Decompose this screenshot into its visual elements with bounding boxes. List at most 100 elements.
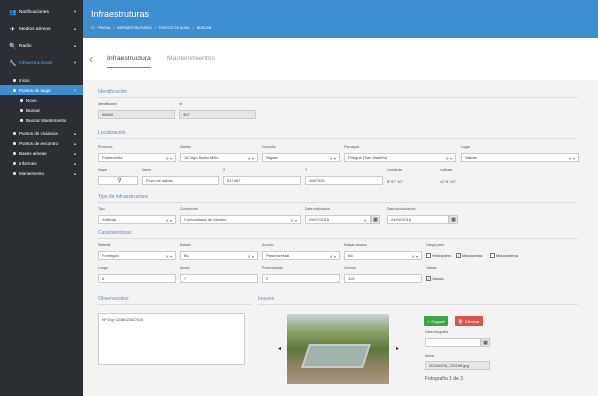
- material-select[interactable]: Formigón ✕ ▾: [98, 251, 176, 260]
- volume-field[interactable]: 115: [344, 274, 422, 283]
- wrench-icon: 🔧: [9, 61, 17, 67]
- checkbox-checked[interactable]: ✓: [456, 253, 461, 258]
- breadcrumb-item[interactable]: FRIEDA: [98, 26, 111, 30]
- calendar-icon[interactable]: ▦: [449, 215, 458, 224]
- next-image-icon[interactable]: ▸: [396, 345, 399, 352]
- chevron-up-icon: ▲: [73, 131, 77, 136]
- ancho-field[interactable]: 7: [180, 274, 258, 283]
- label-constructor: Constructor: [180, 207, 199, 211]
- checkbox-box[interactable]: [490, 253, 495, 258]
- lugar-select[interactable]: Nabás ✕ ▾: [461, 153, 579, 162]
- label-lonxitude: Lonxitude: [387, 168, 403, 172]
- chevron-up-icon: ▲: [73, 26, 77, 31]
- distrito-select[interactable]: 18 Vigo-Baixo Miño ✕ ▾: [180, 153, 258, 162]
- divider: [98, 304, 252, 305]
- clear-chevron-icon[interactable]: ✕ ▾: [412, 254, 418, 259]
- motocisterna-checkbox[interactable]: Motocisterna: [490, 253, 518, 258]
- label-longo: Longo: [98, 266, 108, 270]
- y-field[interactable]: 4667539: [305, 176, 383, 185]
- chevron-down-icon: ▼: [73, 88, 77, 93]
- motobomba-checkbox[interactable]: ✓ Motobomba: [456, 253, 482, 258]
- bullet-icon: [20, 98, 23, 102]
- sidebar-sub-encontro[interactable]: Puntos de encontro ▲: [0, 138, 83, 148]
- checkbox-checked[interactable]: ✓: [426, 276, 431, 281]
- photo-counter: Fotografía 1 de 3: [425, 376, 464, 382]
- longo-field[interactable]: 6: [98, 274, 176, 283]
- clear-chevron-icon[interactable]: ✕ ▾: [569, 156, 575, 161]
- concello-select[interactable]: Nigrán ✕ ▾: [262, 153, 340, 162]
- sidebar-sub-buscar[interactable]: Buscar: [0, 105, 83, 115]
- calendar-icon[interactable]: ▦: [371, 215, 380, 224]
- clear-chevron-icon[interactable]: ✕ ▾: [166, 156, 172, 161]
- estado-acceso-select[interactable]: Bo ✕ ▾: [344, 251, 422, 260]
- content-area: ‹ Infraestructura Mantenimientos Identif…: [83, 38, 598, 396]
- nome-field[interactable]: Pozo de nabás: [142, 176, 219, 185]
- helicoptero-checkbox[interactable]: Helicóptero: [426, 253, 451, 258]
- sidebar-sub-informes[interactable]: Informes ▲: [0, 158, 83, 168]
- map-marker-button[interactable]: ⚲: [98, 176, 138, 185]
- sidebar-sub-novo[interactable]: Novo: [0, 95, 83, 105]
- label-ancho: Ancho: [180, 266, 190, 270]
- valado-checkbox[interactable]: ✓ Valado: [426, 276, 444, 281]
- sidebar-sub-mantemento[interactable]: Mantemento ▲: [0, 168, 83, 178]
- clear-chevron-icon[interactable]: ✕ ▾: [330, 156, 336, 161]
- estado-select[interactable]: Bo ✕ ▾: [180, 251, 258, 260]
- provincia-select[interactable]: Pontevedra ✕ ▾: [98, 153, 176, 162]
- constructor-select[interactable]: Comunidade de Montes ✕ ▾: [180, 215, 301, 224]
- clear-icon[interactable]: ✕: [364, 218, 367, 223]
- sidebar-item-medios[interactable]: ✈ Medios aéreos ▲: [0, 21, 83, 38]
- chevron-up-icon: ▲: [73, 161, 77, 166]
- data-realizacion-field[interactable]: 25/07/2015 ✕: [305, 215, 371, 224]
- label-nome: Nome: [142, 168, 152, 172]
- label-provincia: Provincia: [98, 145, 113, 149]
- clear-chevron-icon[interactable]: ✕ ▾: [330, 254, 336, 259]
- tab-mantenimientos[interactable]: Mantenimientos: [167, 55, 215, 62]
- engadir-button[interactable]: + Engadir: [424, 316, 449, 326]
- search-icon: 🔍: [9, 44, 17, 50]
- sidebar-item-radio[interactable]: 🔍 Radio ▲: [0, 38, 83, 55]
- tab-infraestructura[interactable]: Infraestructura: [107, 55, 151, 68]
- label-profundidade: Profundidade: [262, 266, 283, 270]
- sidebar-sub-inicio[interactable]: Inicio: [0, 75, 83, 85]
- clear-chevron-icon[interactable]: ✕ ▾: [291, 218, 297, 223]
- acceso-select[interactable]: Pista forestal ✕ ▾: [262, 251, 340, 260]
- divider: [98, 238, 578, 239]
- label-nome-foto: Nome: [425, 354, 435, 358]
- sidebar-sub-buscar-mantemento[interactable]: Buscar Mantemento: [0, 115, 83, 125]
- parroquia-select[interactable]: Priegue (San Martiño) ✕ ▾: [344, 153, 456, 162]
- eliminar-button[interactable]: 🗑 Eliminar: [455, 316, 483, 326]
- breadcrumb-item[interactable]: PUNTOS DE AUGA: [159, 26, 190, 30]
- checkbox-box[interactable]: [426, 253, 431, 258]
- sidebar-sub-vixiancia[interactable]: Puntos de vixiancia ▲: [0, 128, 83, 138]
- sidebar-sub-puntos-auga[interactable]: Puntos de auga ▼: [0, 85, 83, 95]
- breadcrumb-item[interactable]: INFRAESTRUTURAS: [117, 26, 151, 30]
- data-actualizacion-field[interactable]: 24/02/2016: [387, 215, 449, 224]
- clear-chevron-icon[interactable]: ✕ ▾: [248, 254, 254, 259]
- sidebar-item-notificaciones[interactable]: 👥 Notificaciones ▼: [0, 4, 83, 21]
- sidebar-item-infraestructuras[interactable]: 🔧 Infraestructuras ▼: [0, 55, 83, 72]
- prev-image-icon[interactable]: ◂: [278, 345, 281, 352]
- clear-chevron-icon[interactable]: ✕ ▾: [248, 156, 254, 161]
- calendar-icon[interactable]: ▦: [481, 338, 490, 347]
- label-data-fotografia: Data fotografía: [425, 330, 449, 334]
- breadcrumb: ⌂ FRIEDA / INFRAESTRUTURAS / PUNTOS DE AUG…: [91, 25, 212, 31]
- section-identificacion: Identificación: [98, 89, 128, 95]
- data-fotografia-field[interactable]: [425, 338, 481, 347]
- observacions-textarea[interactable]: Nº Exp 02360234/2015: [98, 313, 245, 365]
- label-identificador: Identificador: [98, 102, 118, 106]
- back-arrow-icon[interactable]: ‹: [89, 52, 93, 66]
- clear-chevron-icon[interactable]: ✕ ▾: [166, 218, 172, 223]
- profundidade-field[interactable]: 2: [262, 274, 340, 283]
- sidebar-sub-bases[interactable]: Bases aéreas ▲: [0, 148, 83, 158]
- pool-shape: [301, 344, 371, 368]
- clear-chevron-icon[interactable]: ✕ ▾: [166, 254, 172, 259]
- home-icon[interactable]: ⌂: [91, 25, 95, 31]
- page-title: Infraestruturas: [91, 9, 150, 19]
- label-mapa: Mapa: [98, 168, 107, 172]
- label-y: Y: [305, 168, 308, 172]
- x-field[interactable]: 517487: [223, 176, 301, 185]
- tab-bar: ‹ Infraestructura Mantenimientos: [83, 38, 598, 80]
- map-marker-icon: ⚲: [117, 178, 122, 184]
- clear-chevron-icon[interactable]: ✕ ▾: [446, 156, 452, 161]
- tipo-select[interactable]: Artificial ✕ ▾: [98, 215, 176, 224]
